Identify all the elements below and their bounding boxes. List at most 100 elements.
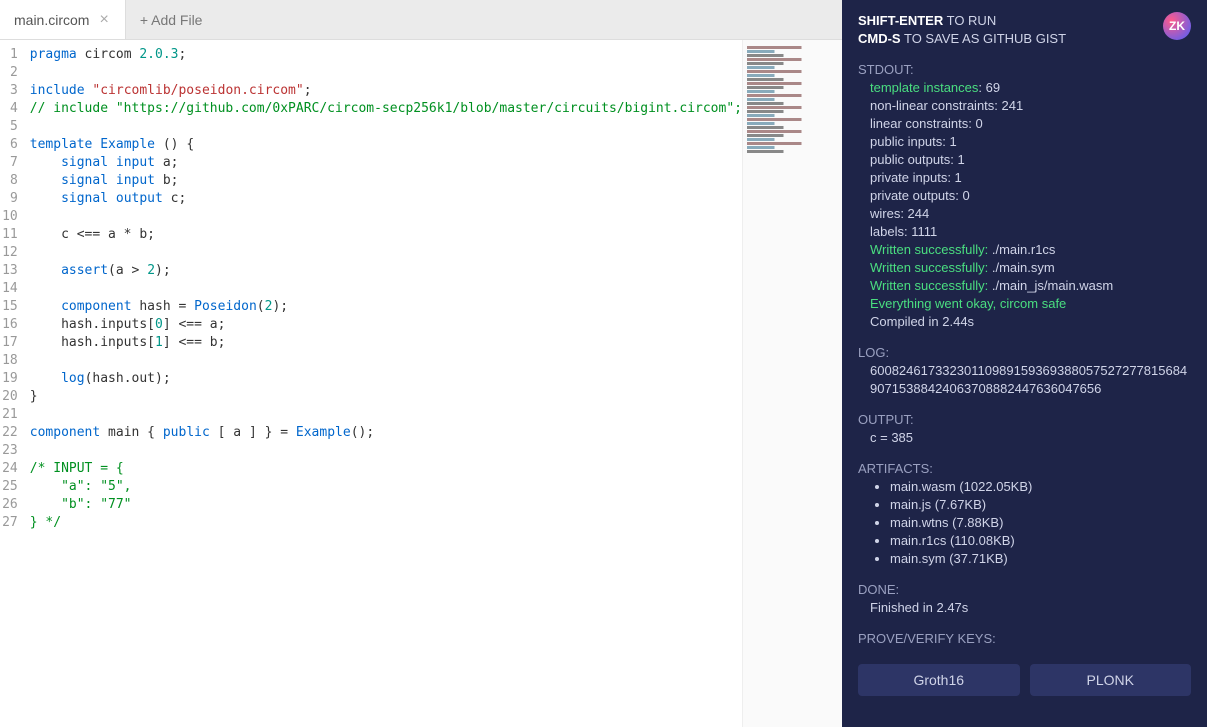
code-line[interactable] [26,442,742,460]
code-line[interactable] [26,118,742,136]
line-number: 1 [0,46,18,64]
artifact-item[interactable]: main.js (7.67KB) [890,496,1191,514]
stdout-line: public outputs: 1 [858,151,1191,169]
code-line[interactable] [26,244,742,262]
done-section: DONE: Finished in 2.47s [842,578,1207,627]
editor-body: 1234567891011121314151617181920212223242… [0,40,842,727]
stdout-section: STDOUT: template instances: 69non-linear… [842,58,1207,341]
line-number: 7 [0,154,18,172]
code-line[interactable]: // include "https://github.com/0xPARC/ci… [26,100,742,118]
code-line[interactable]: } */ [26,514,742,532]
code-line[interactable]: signal input b; [26,172,742,190]
code-line[interactable]: hash.inputs[0] <== a; [26,316,742,334]
output-label: OUTPUT: [858,412,1191,427]
code-line[interactable]: assert(a > 2); [26,262,742,280]
artifact-item[interactable]: main.sym (37.71KB) [890,550,1191,568]
code-line[interactable]: } [26,388,742,406]
artifacts-section: ARTIFACTS: main.wasm (1022.05KB)main.js … [842,457,1207,578]
log-section: LOG: 60082461733230110989159369388057527… [842,341,1207,408]
log-value: 6008246173323011098915936938805752727781… [858,362,1191,398]
tab-bar: main.circom × + Add File [0,0,842,40]
artifacts-label: ARTIFACTS: [858,461,1191,476]
run-key: SHIFT-ENTER [858,13,943,28]
line-number: 14 [0,280,18,298]
line-gutter: 1234567891011121314151617181920212223242… [0,40,26,727]
editor-panel: main.circom × + Add File 123456789101112… [0,0,842,727]
code-line[interactable]: "b": "77" [26,496,742,514]
line-number: 19 [0,370,18,388]
groth16-button[interactable]: Groth16 [858,664,1020,696]
minimap[interactable] [742,40,842,727]
code-line[interactable]: c <== a * b; [26,226,742,244]
zk-logo-icon: ZK [1163,12,1191,40]
line-number: 2 [0,64,18,82]
code-line[interactable]: template Example () { [26,136,742,154]
stdout-line: Written successfully: ./main.r1cs [858,241,1191,259]
stdout-line: Written successfully: ./main.sym [858,259,1191,277]
tab-label: main.circom [14,12,89,28]
code-line[interactable]: component main { public [ a ] } = Exampl… [26,424,742,442]
line-number: 26 [0,496,18,514]
line-number: 13 [0,262,18,280]
code-line[interactable] [26,64,742,82]
artifact-item[interactable]: main.wasm (1022.05KB) [890,478,1191,496]
artifact-item[interactable]: main.wtns (7.88KB) [890,514,1191,532]
line-number: 11 [0,226,18,244]
line-number: 4 [0,100,18,118]
code-line[interactable] [26,280,742,298]
output-value: c = 385 [858,429,1191,447]
stdout-line: Everything went okay, circom safe [858,295,1191,313]
tab-main-circom[interactable]: main.circom × [0,0,126,39]
line-number: 5 [0,118,18,136]
artifact-item[interactable]: main.r1cs (110.08KB) [890,532,1191,550]
code-line[interactable]: component hash = Poseidon(2); [26,298,742,316]
code-line[interactable]: include "circomlib/poseidon.circom"; [26,82,742,100]
line-number: 24 [0,460,18,478]
code-line[interactable]: pragma circom 2.0.3; [26,46,742,64]
run-text: TO RUN [943,13,996,28]
stdout-line: public inputs: 1 [858,133,1191,151]
code-line[interactable]: signal output c; [26,190,742,208]
keys-label: PROVE/VERIFY KEYS: [858,631,1191,646]
line-number: 27 [0,514,18,532]
line-number: 22 [0,424,18,442]
line-number: 3 [0,82,18,100]
line-number: 18 [0,352,18,370]
close-icon[interactable]: × [97,11,110,29]
code-line[interactable] [26,406,742,424]
line-number: 8 [0,172,18,190]
code-line[interactable]: /* INPUT = { [26,460,742,478]
stdout-line: labels: 1111 [858,223,1191,241]
output-header: SHIFT-ENTER TO RUN CMD-S TO SAVE AS GITH… [842,0,1207,58]
done-value: Finished in 2.47s [858,599,1191,617]
stdout-line: non-linear constraints: 241 [858,97,1191,115]
code-line[interactable]: hash.inputs[1] <== b; [26,334,742,352]
save-text: TO SAVE AS GITHUB GIST [901,31,1066,46]
save-key: CMD-S [858,31,901,46]
stdout-line: private outputs: 0 [858,187,1191,205]
code-editor[interactable]: 1234567891011121314151617181920212223242… [0,40,742,727]
code-lines[interactable]: pragma circom 2.0.3; include "circomlib/p… [26,40,742,727]
stdout-line: wires: 244 [858,205,1191,223]
stdout-line: private inputs: 1 [858,169,1191,187]
shortcut-hints: SHIFT-ENTER TO RUN CMD-S TO SAVE AS GITH… [858,12,1066,48]
code-line[interactable]: "a": "5", [26,478,742,496]
plonk-button[interactable]: PLONK [1030,664,1192,696]
prove-buttons: Groth16 PLONK [842,658,1207,712]
code-line[interactable] [26,208,742,226]
code-line[interactable] [26,352,742,370]
log-label: LOG: [858,345,1191,360]
stdout-line: linear constraints: 0 [858,115,1191,133]
code-line[interactable]: log(hash.out); [26,370,742,388]
stdout-line: Written successfully: ./main_js/main.was… [858,277,1191,295]
code-line[interactable]: signal input a; [26,154,742,172]
line-number: 6 [0,136,18,154]
line-number: 25 [0,478,18,496]
output-panel: SHIFT-ENTER TO RUN CMD-S TO SAVE AS GITH… [842,0,1207,727]
add-file-button[interactable]: + Add File [126,12,217,28]
line-number: 12 [0,244,18,262]
done-label: DONE: [858,582,1191,597]
keys-section: PROVE/VERIFY KEYS: [842,627,1207,658]
line-number: 10 [0,208,18,226]
line-number: 9 [0,190,18,208]
